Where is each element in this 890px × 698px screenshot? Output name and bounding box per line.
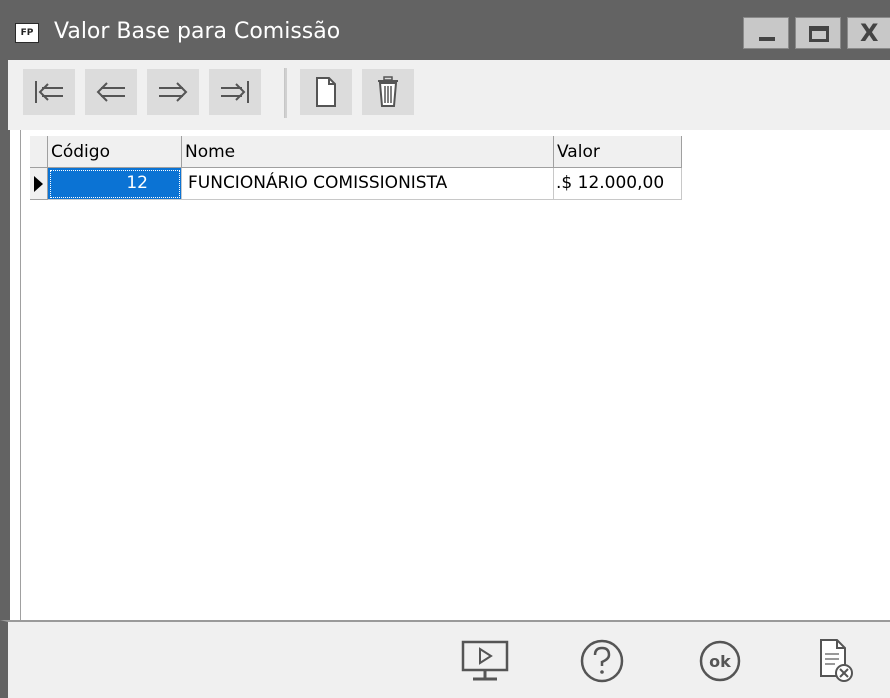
toolbar-separator [284,68,287,118]
column-header-valor[interactable]: Valor [554,136,682,168]
current-row-arrow-icon [34,176,43,192]
previous-record-button[interactable] [85,69,137,115]
last-record-icon [221,81,249,103]
ok-button[interactable]: ok [691,634,749,688]
monitor-play-icon [461,640,509,681]
row-indicator-header [30,136,48,168]
close-icon: X [860,19,879,47]
maximize-icon [809,26,829,42]
cell-nome[interactable]: FUNCIONÁRIO COMISSIONISTA [182,168,554,200]
preview-button[interactable] [456,634,514,688]
next-record-button[interactable] [147,69,199,115]
cancel-button[interactable] [806,634,864,688]
arrow-left-icon [96,82,125,102]
minimize-button[interactable] [743,17,789,49]
new-document-icon [316,77,336,107]
arrow-right-icon [159,82,188,102]
trash-icon [378,76,398,107]
ok-icon: ok [699,640,741,682]
grid-border [20,130,31,620]
maximize-button[interactable] [795,17,841,49]
document-cancel-icon [820,639,853,682]
window-title: Valor Base para Comissão [54,19,341,44]
first-record-icon [35,81,63,103]
ok-icon-label: ok [709,652,731,671]
help-button[interactable] [573,634,631,688]
action-bar: ok [0,620,890,698]
delete-record-button[interactable] [362,69,414,115]
column-header-codigo[interactable]: Código [48,136,182,168]
app-icon[interactable]: FP [15,23,39,43]
help-icon [580,639,624,683]
new-record-button[interactable] [300,69,352,115]
column-header-nome[interactable]: Nome [182,136,554,168]
data-grid[interactable]: Código Nome Valor 12 FUNCIONÁRIO COMISSI… [0,130,890,620]
close-button[interactable]: X [847,17,890,49]
row-indicator[interactable] [30,168,48,200]
minimize-icon [759,37,775,41]
cell-codigo[interactable]: 12 [48,168,182,200]
first-record-button[interactable] [23,69,75,115]
toolbar [0,60,890,130]
last-record-button[interactable] [209,69,261,115]
cell-valor[interactable]: .$ 12.000,00 [554,168,682,200]
app-window: FP Valor Base para Comissão X Código Nom… [0,0,890,698]
title-bar[interactable]: FP Valor Base para Comissão X [0,0,890,60]
